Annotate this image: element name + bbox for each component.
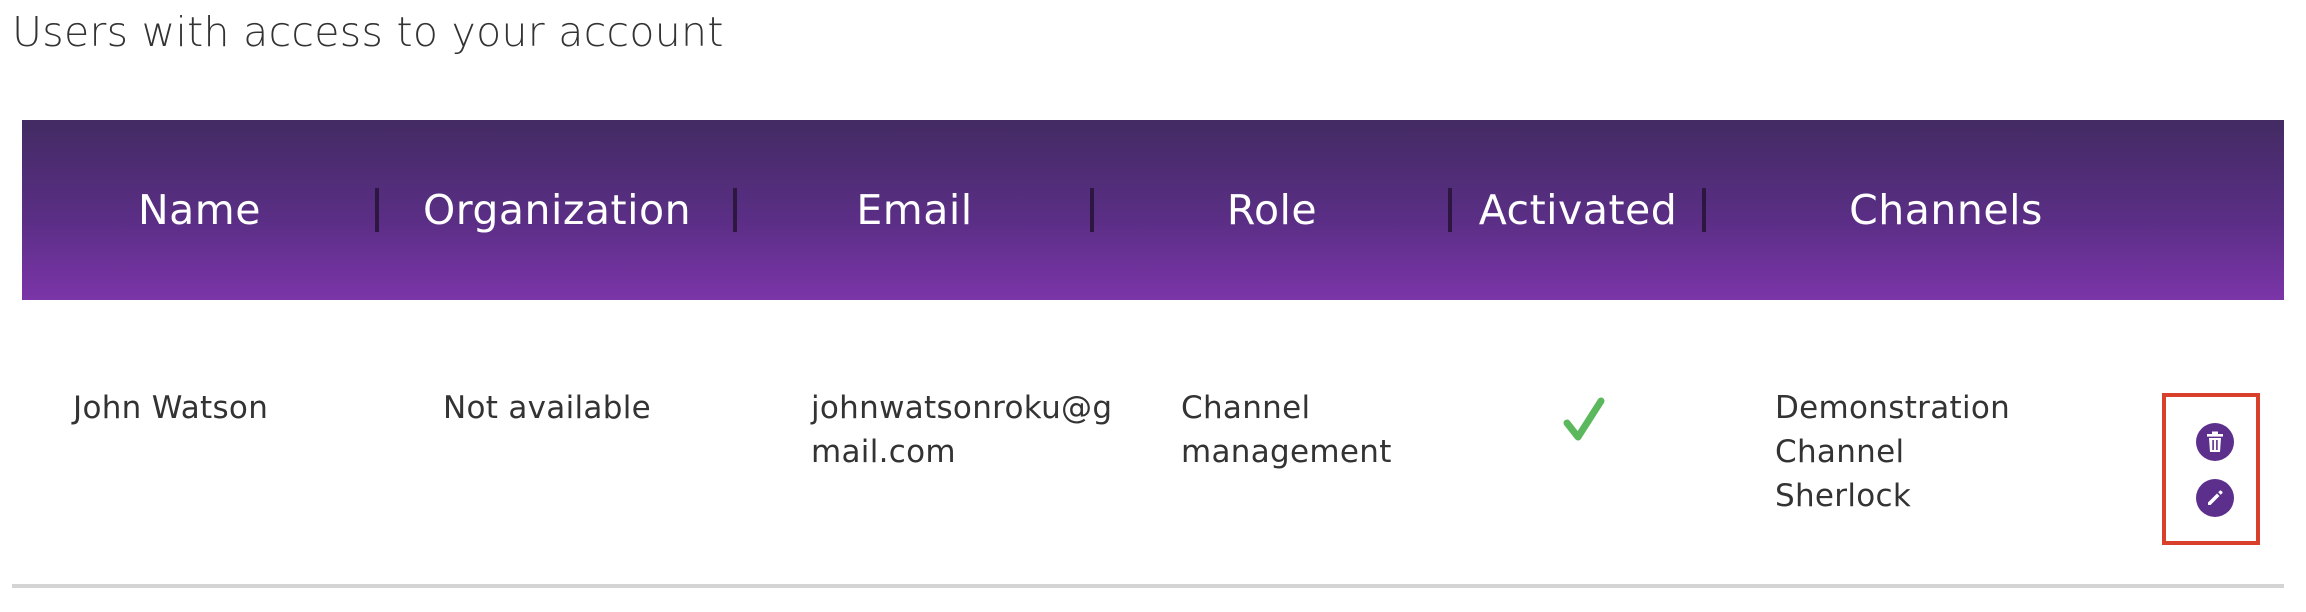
column-header-role[interactable]: Role bbox=[1094, 120, 1450, 300]
column-header-organization[interactable]: Organization bbox=[379, 120, 735, 300]
cell-email-line: mail.com bbox=[811, 434, 956, 470]
trash-icon bbox=[2207, 431, 2223, 452]
cell-channels-line: Demonstration bbox=[1775, 390, 2011, 426]
cell-role-line: Channel bbox=[1181, 390, 1311, 426]
cell-role-line: management bbox=[1181, 434, 1392, 470]
row-actions-highlight bbox=[2162, 393, 2260, 545]
cell-role: Channel management bbox=[1181, 386, 1392, 474]
checkmark-icon bbox=[1563, 397, 1605, 441]
cell-channels: Demonstration Channel Sherlock bbox=[1775, 386, 2010, 518]
column-header-activated[interactable]: Activated bbox=[1452, 120, 1704, 300]
cell-email: johnwatsonroku@g mail.com bbox=[811, 386, 1112, 474]
cell-organization: Not available bbox=[443, 390, 651, 426]
pencil-icon bbox=[2208, 490, 2223, 505]
page-title: Users with access to your account bbox=[12, 8, 724, 56]
table-header: Name Organization Email Role Activated C… bbox=[22, 120, 2284, 300]
column-header-email[interactable]: Email bbox=[737, 120, 1092, 300]
cell-name: John Watson bbox=[73, 390, 269, 426]
delete-user-button[interactable] bbox=[2196, 423, 2234, 461]
cell-channels-line: Sherlock bbox=[1775, 478, 1912, 514]
table-bottom-divider bbox=[12, 584, 2284, 588]
cell-channels-line: Channel bbox=[1775, 434, 1905, 470]
edit-user-button[interactable] bbox=[2196, 479, 2234, 517]
column-header-channels[interactable]: Channels bbox=[1706, 120, 2186, 300]
column-header-name[interactable]: Name bbox=[22, 120, 377, 300]
cell-email-line: johnwatsonroku@g bbox=[811, 390, 1113, 426]
